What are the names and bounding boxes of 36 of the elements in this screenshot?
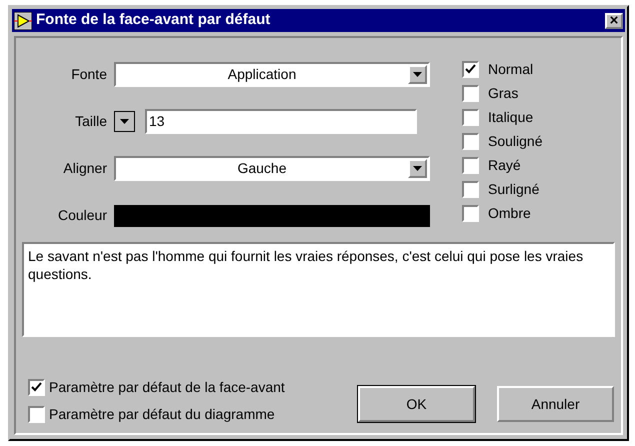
dropdown[interactable]: Application	[114, 62, 430, 87]
checkbox-label: Italique	[488, 108, 534, 127]
app-icon	[14, 12, 32, 30]
dropdown-button[interactable]	[114, 111, 135, 132]
sample-text-area[interactable]: Le savant n'est pas l'homme qui fournit les vraies réponses, c'est celui qui pose les vraies questions.	[22, 242, 615, 337]
field-label: Fonte	[70, 65, 108, 84]
ok-button[interactable]: OK	[358, 386, 475, 422]
caret-icon	[413, 166, 422, 171]
checkbox-label: Ombre	[488, 204, 531, 222]
checkbox[interactable]	[462, 180, 479, 198]
checkbox[interactable]	[462, 108, 479, 126]
checkbox[interactable]	[28, 379, 45, 396]
field-label: Taille	[74, 112, 108, 131]
dropdown[interactable]: Gauche	[114, 156, 430, 181]
checkbox-label: Paramètre par défaut du diagramme	[49, 405, 275, 424]
checkbox[interactable]	[462, 204, 479, 222]
cancel-button[interactable]: Annuler	[497, 386, 614, 422]
checkbox[interactable]	[462, 60, 479, 78]
caret-icon	[413, 72, 422, 77]
size-field[interactable]: 13	[145, 109, 417, 134]
checkbox[interactable]	[462, 132, 479, 150]
window-title: Fonte de la face-avant par défaut	[36, 10, 272, 30]
checkbox-label: Normal	[488, 60, 534, 78]
field-label: Aligner	[62, 159, 108, 178]
checkbox-label: Surligné	[488, 180, 540, 199]
checkbox-label: Gras	[488, 84, 518, 102]
close-button[interactable]: ×	[605, 12, 623, 28]
checkbox-label: Souligné	[488, 132, 542, 151]
caret-icon	[120, 119, 129, 124]
checkbox[interactable]	[28, 406, 45, 423]
field-label: Couleur	[56, 206, 108, 225]
color-swatch[interactable]	[114, 204, 430, 226]
checkbox[interactable]	[462, 84, 479, 102]
checkbox-label: Rayé	[488, 156, 521, 175]
checkbox[interactable]	[462, 156, 479, 174]
checkbox-label: Paramètre par défaut de la face-avant	[49, 378, 285, 397]
